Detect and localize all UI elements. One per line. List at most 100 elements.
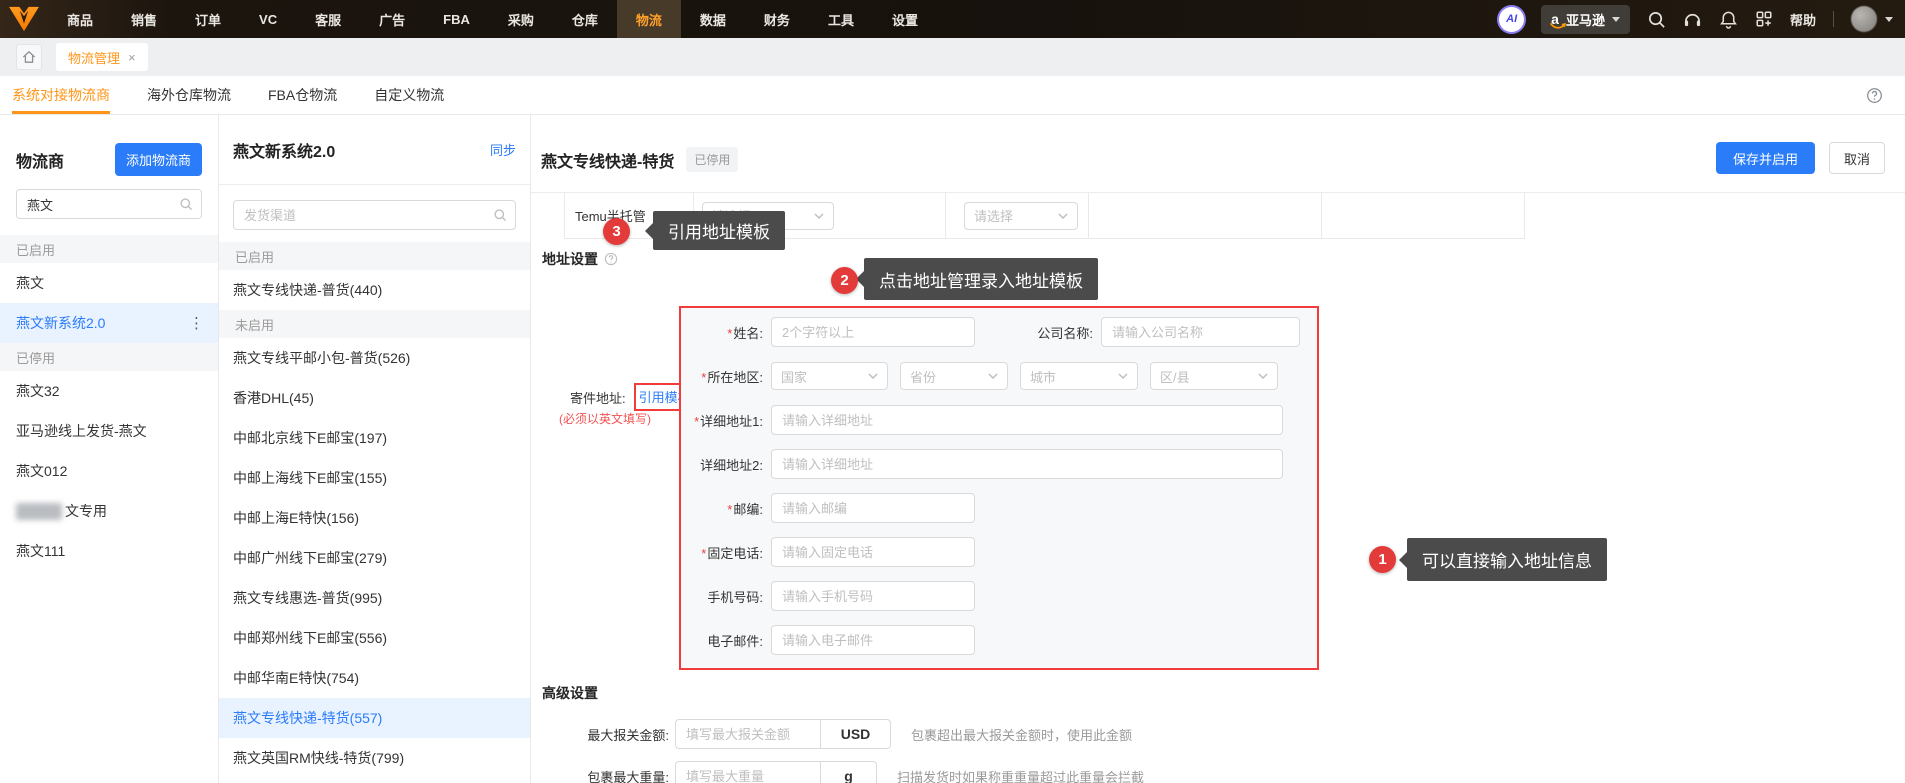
subnav-custom-logistics[interactable]: 自定义物流 xyxy=(374,76,444,114)
province-select[interactable]: 省份 xyxy=(900,362,1008,390)
nav-item-warehouse[interactable]: 仓库 xyxy=(553,0,617,38)
nav-item-purchase[interactable]: 采购 xyxy=(489,0,553,38)
help-link[interactable]: 帮助 xyxy=(1790,10,1816,29)
provider-item[interactable]: 燕文 xyxy=(0,263,218,303)
max-declare-label: 最大报关金额 xyxy=(542,725,669,744)
search-icon[interactable] xyxy=(179,197,193,211)
tab-logistics-management[interactable]: 物流管理 × xyxy=(56,43,148,71)
save-and-enable-button[interactable]: 保存并启用 xyxy=(1715,142,1815,174)
address2-input[interactable] xyxy=(771,449,1283,479)
provider-search-input[interactable] xyxy=(27,196,179,212)
zip-input[interactable] xyxy=(771,493,975,523)
provider-item-label: 文专用 xyxy=(65,503,107,519)
max-declare-input[interactable] xyxy=(675,719,821,749)
address1-input[interactable] xyxy=(771,405,1283,435)
question-circle-icon[interactable] xyxy=(604,252,618,266)
channel-item-selected[interactable]: 燕文专线快递-特货(557) xyxy=(219,698,530,738)
chevron-down-icon xyxy=(1885,16,1893,22)
ai-assistant-button[interactable]: AI xyxy=(1499,6,1525,32)
nav-item-ads[interactable]: 广告 xyxy=(360,0,424,38)
subnav-system-carriers[interactable]: 系统对接物流商 xyxy=(12,76,110,114)
district-select[interactable]: 区/县 xyxy=(1150,362,1278,390)
channel-item[interactable]: 中邮上海线下E邮宝(155) xyxy=(219,458,530,498)
apps-grid-icon[interactable] xyxy=(1755,10,1773,28)
annotation-step-3-badge: 3 xyxy=(603,218,630,245)
sync-link[interactable]: 同步 xyxy=(490,140,516,159)
nav-item-vc[interactable]: VC xyxy=(240,0,296,38)
subnav-overseas-warehouse[interactable]: 海外仓库物流 xyxy=(147,76,231,114)
english-required-note: (必须以英文填写) xyxy=(559,412,651,426)
provider-item[interactable]: 亚马逊线上发货-燕文 xyxy=(0,411,218,451)
nav-item-tools[interactable]: 工具 xyxy=(809,0,873,38)
nav-item-settings[interactable]: 设置 xyxy=(873,0,937,38)
form-row-zip: 邮编 xyxy=(681,486,1317,530)
nav-item-logistics-active[interactable]: 物流 xyxy=(616,0,681,38)
search-icon[interactable] xyxy=(493,208,507,222)
select-placeholder: 区/县 xyxy=(1160,369,1190,385)
tab-strip: 物流管理 × xyxy=(0,38,1905,76)
form-row-name: 姓名 公司名称 xyxy=(681,310,1317,354)
brand-fox-logo-icon[interactable] xyxy=(0,0,48,38)
telephone-input[interactable] xyxy=(771,537,975,567)
chevron-down-icon xyxy=(1611,16,1620,22)
sender-address-label: 寄件地址: xyxy=(570,390,626,406)
channel-item[interactable]: 中邮华南E特快(754) xyxy=(219,658,530,698)
nav-item-finance[interactable]: 财务 xyxy=(745,0,809,38)
cancel-button[interactable]: 取消 xyxy=(1828,142,1885,174)
chevron-down-icon xyxy=(988,373,998,379)
country-select[interactable]: 国家 xyxy=(771,362,888,390)
nav-item-fba[interactable]: FBA xyxy=(424,0,489,38)
channel-item[interactable]: 燕文专线惠选-普货(995) xyxy=(219,578,530,618)
channel-item[interactable]: 燕文英国RM快线-特货(799) xyxy=(219,738,530,778)
channel-search-input[interactable] xyxy=(244,207,493,223)
city-select[interactable]: 城市 xyxy=(1020,362,1138,390)
headset-icon[interactable] xyxy=(1683,10,1702,29)
email-input[interactable] xyxy=(771,625,975,655)
provider-item[interactable]: 燕文111 xyxy=(0,531,218,571)
search-icon[interactable] xyxy=(1647,10,1666,29)
advanced-section-title: 高级设置 xyxy=(542,685,598,701)
form-row-address1: 详细地址1 xyxy=(681,398,1317,442)
nav-item-service[interactable]: 客服 xyxy=(296,0,360,38)
max-weight-input[interactable] xyxy=(675,761,821,783)
name-input[interactable] xyxy=(771,317,975,347)
company-input[interactable] xyxy=(1101,317,1300,347)
channel-item[interactable]: 中邮郑州线下E邮宝(556) xyxy=(219,618,530,658)
user-account-menu[interactable] xyxy=(1851,6,1893,32)
more-menu-icon[interactable]: ⋮ xyxy=(189,314,204,332)
channel-item[interactable]: 燕文专线平邮小包-普货(526) xyxy=(219,338,530,378)
marketplace-selector[interactable]: a 亚马逊 xyxy=(1541,4,1630,34)
close-icon[interactable]: × xyxy=(128,50,136,65)
top-navbar: 商品 销售 订单 VC 客服 广告 FBA 采购 仓库 物流 数据 财务 工具 … xyxy=(0,0,1905,38)
add-provider-button[interactable]: 添加物流商 xyxy=(114,143,202,176)
nav-item-data[interactable]: 数据 xyxy=(681,0,745,38)
provider-item-censored[interactable]: 文专用 xyxy=(0,491,218,531)
provider-item[interactable]: 燕文32 xyxy=(0,371,218,411)
nav-item-sales[interactable]: 销售 xyxy=(112,0,176,38)
notification-bell-icon[interactable] xyxy=(1719,10,1738,29)
max-declare-hint: 包裹超出最大报关金额时，使用此金额 xyxy=(911,727,1133,743)
nav-item-products[interactable]: 商品 xyxy=(48,0,112,38)
mobile-input[interactable] xyxy=(771,581,975,611)
nav-item-orders[interactable]: 订单 xyxy=(176,0,240,38)
question-circle-icon[interactable] xyxy=(1866,87,1883,104)
form-row-mobile: 手机号码 xyxy=(681,574,1317,618)
select-placeholder: 省份 xyxy=(910,369,937,385)
provider-search-box xyxy=(16,189,202,219)
channel-item[interactable]: 中邮上海E特快(156) xyxy=(219,498,530,538)
chevron-down-icon xyxy=(868,373,878,379)
config-select-2[interactable]: 请选择 xyxy=(964,201,1078,230)
subnav-fba-logistics[interactable]: FBA仓物流 xyxy=(268,76,337,114)
provider-item-selected[interactable]: 燕文新系统2.0 ⋮ xyxy=(0,303,218,343)
group-header-enabled: 已启用 xyxy=(219,242,530,270)
channels-panel-title: 燕文新系统2.0 xyxy=(233,143,336,161)
home-tab[interactable] xyxy=(16,44,42,70)
company-label: 公司名称 xyxy=(975,323,1093,342)
max-weight-label: 包裹最大重量 xyxy=(542,767,669,783)
channel-item[interactable]: 香港DHL(45) xyxy=(219,378,530,418)
channel-item[interactable]: 中邮广州线下E邮宝(279) xyxy=(219,538,530,578)
provider-item[interactable]: 燕文012 xyxy=(0,451,218,491)
channel-item[interactable]: 中邮北京线下E邮宝(197) xyxy=(219,418,530,458)
group-header-not-enabled: 未启用 xyxy=(219,310,530,338)
channel-item[interactable]: 燕文专线快递-普货(440) xyxy=(219,270,530,310)
